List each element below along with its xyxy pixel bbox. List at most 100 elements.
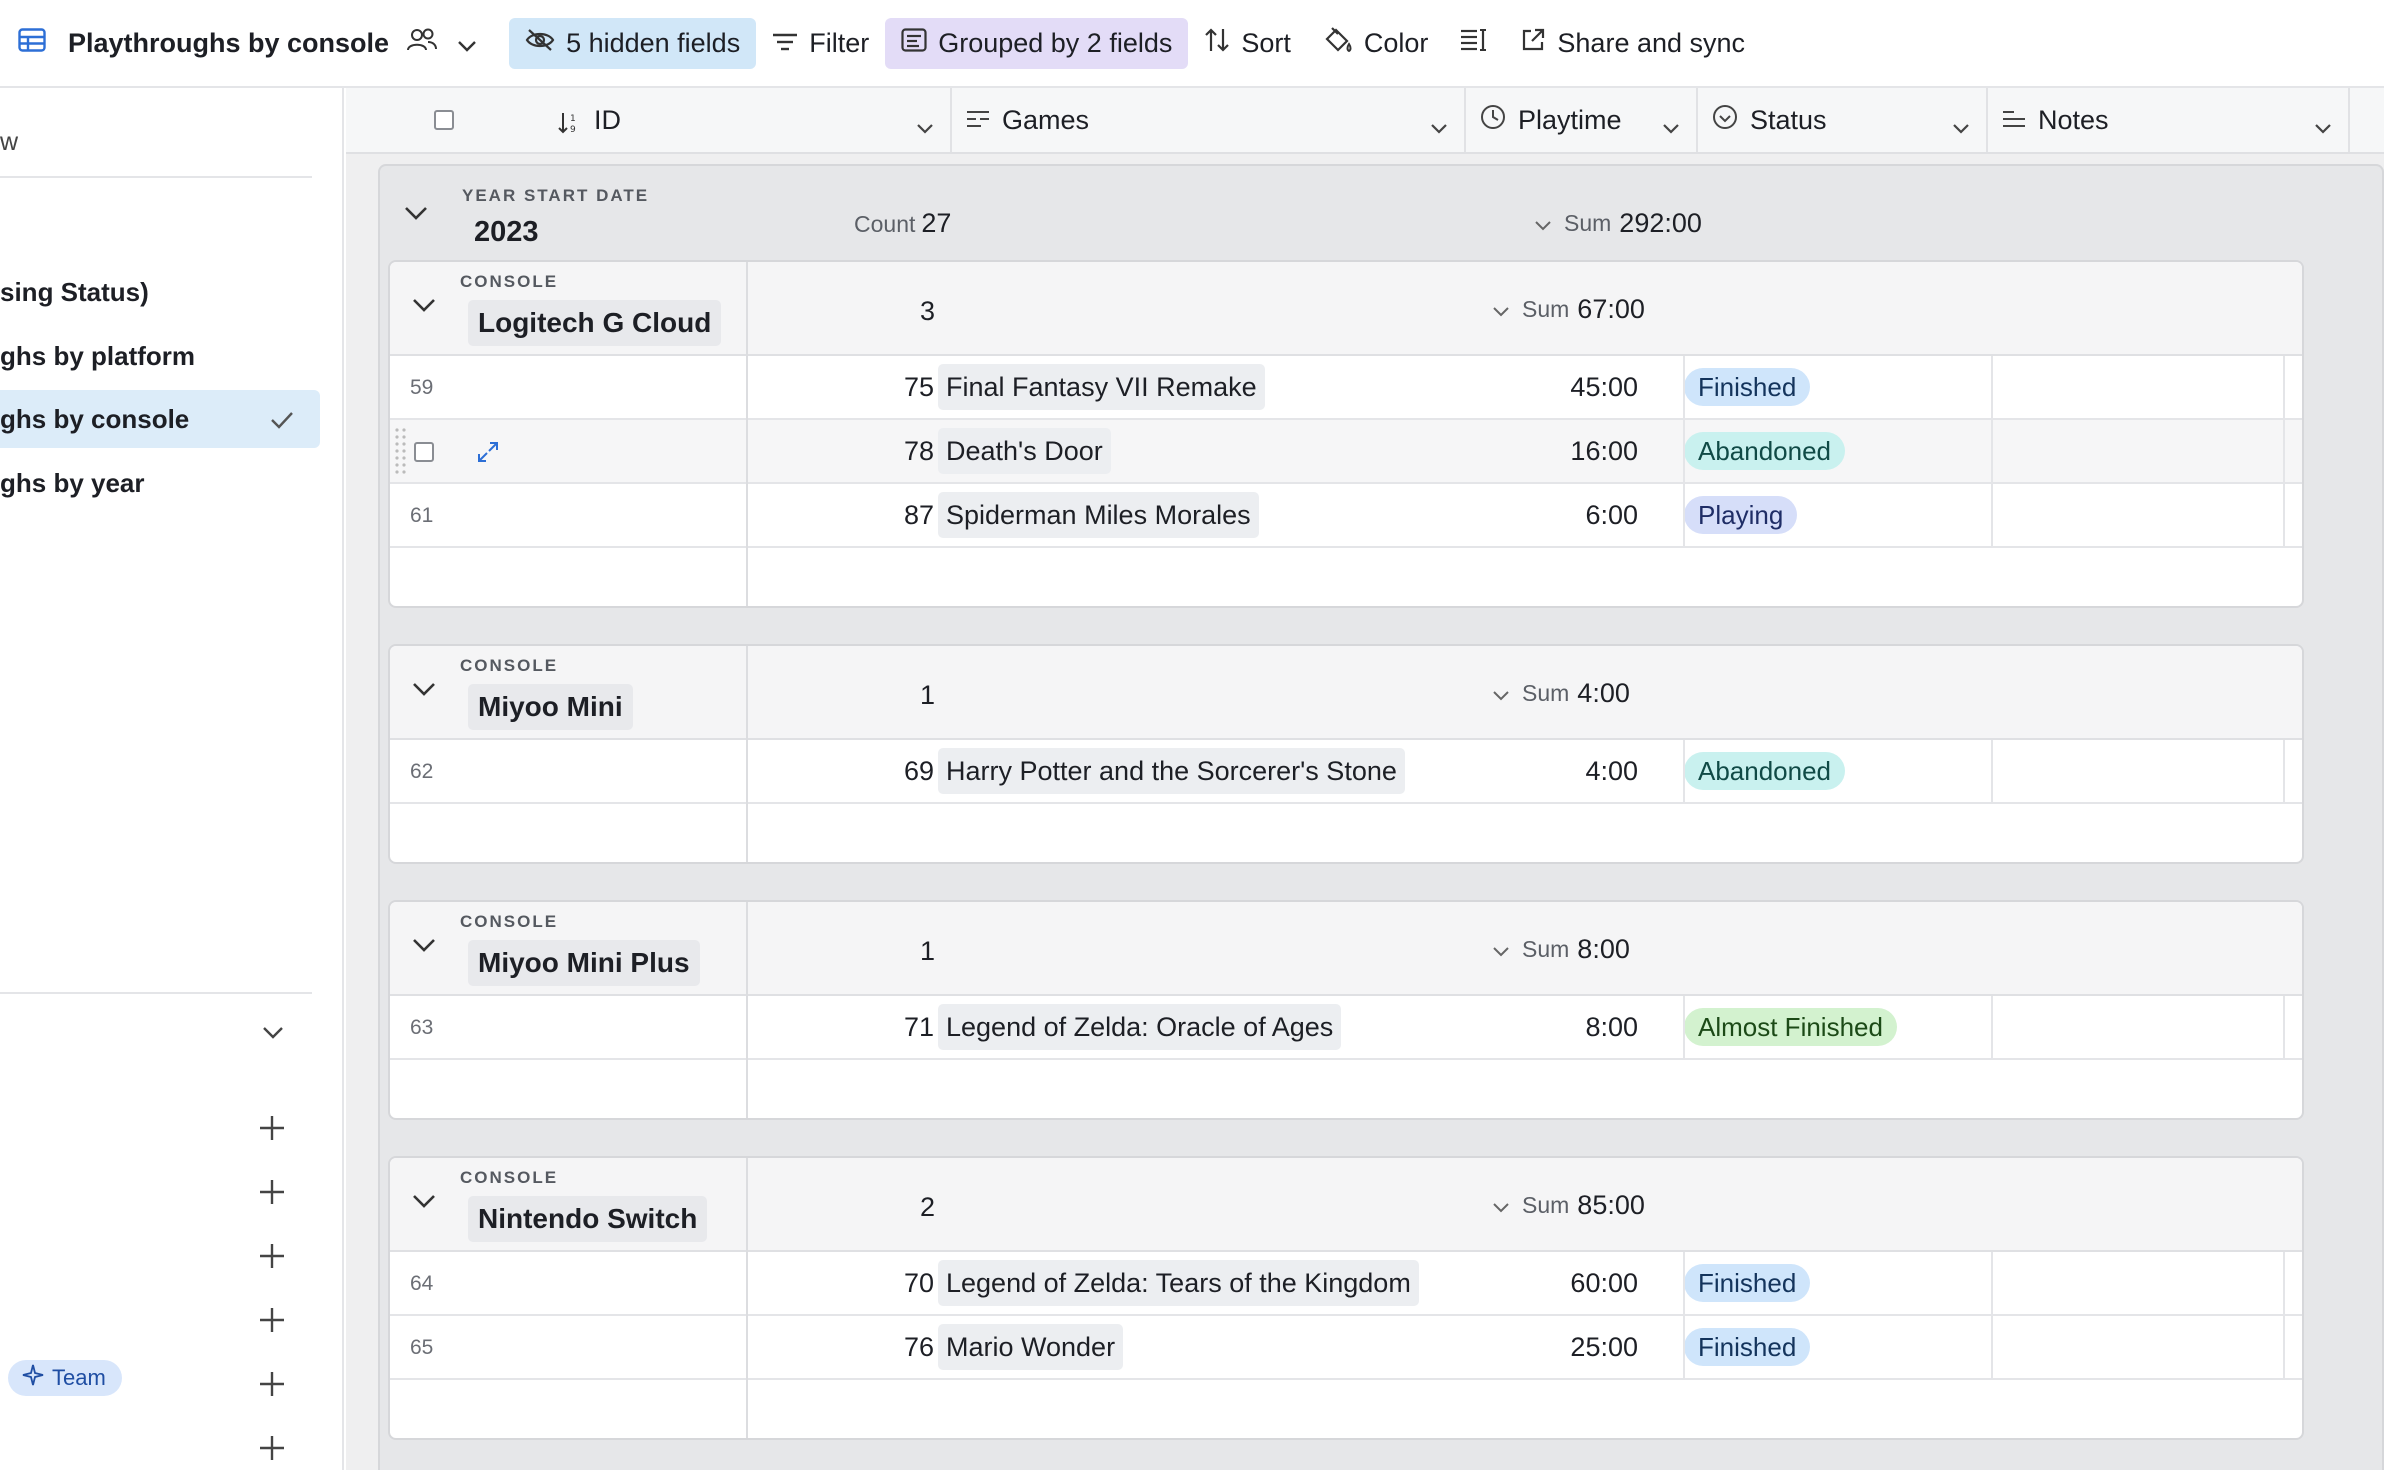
table-row[interactable]: 59 75 Final Fantasy VII Remake 45:00 Finishe… bbox=[390, 356, 2302, 420]
filter-button[interactable]: Filter bbox=[756, 18, 885, 69]
playtime-cell[interactable]: 16:00 bbox=[1450, 436, 1638, 467]
share-sync-button[interactable]: Share and sync bbox=[1504, 18, 1761, 69]
column-divider bbox=[1683, 996, 1685, 1060]
column-header-notes[interactable]: Notes bbox=[1988, 88, 2350, 152]
id-cell[interactable]: 76 bbox=[670, 1332, 934, 1363]
chevron-down-icon[interactable] bbox=[916, 110, 934, 141]
id-cell[interactable]: 87 bbox=[670, 500, 934, 531]
column-header-games[interactable]: Games bbox=[952, 88, 1466, 152]
plus-icon[interactable] bbox=[258, 1370, 286, 1403]
add-row-area[interactable] bbox=[390, 804, 2302, 862]
plus-icon[interactable] bbox=[258, 1242, 286, 1275]
sidebar-view-label: ghs by console bbox=[0, 403, 190, 434]
group-button[interactable]: Grouped by 2 fields bbox=[885, 17, 1189, 69]
playtime-cell[interactable]: 8:00 bbox=[1450, 1012, 1638, 1043]
game-chip[interactable]: Harry Potter and the Sorcerer's Stone bbox=[938, 748, 1405, 794]
view-switcher[interactable]: Playthroughs by console bbox=[18, 18, 493, 69]
chevron-down-icon[interactable] bbox=[2314, 110, 2332, 141]
hidden-fields-button[interactable]: 5 hidden fields bbox=[509, 17, 757, 69]
console-group-header[interactable]: CONSOLE Logitech G Cloud 3 Sum 67:00 bbox=[390, 262, 2302, 356]
game-chip[interactable]: Final Fantasy VII Remake bbox=[938, 364, 1265, 410]
console-group-header[interactable]: CONSOLE Miyoo Mini Plus 1 Sum 8:00 bbox=[390, 902, 2302, 996]
id-cell[interactable]: 69 bbox=[670, 756, 934, 787]
playtime-cell[interactable]: 4:00 bbox=[1450, 756, 1638, 787]
add-row-area[interactable] bbox=[390, 548, 2302, 606]
sidebar-view-platform[interactable]: ghs by platform bbox=[0, 327, 320, 385]
status-badge[interactable]: Almost Finished bbox=[1684, 1008, 1897, 1046]
id-cell[interactable]: 78 bbox=[670, 436, 934, 467]
console-group-header[interactable]: CONSOLE Nintendo Switch 2 Sum 85:00 bbox=[390, 1158, 2302, 1252]
status-badge[interactable]: Finished bbox=[1684, 368, 1811, 406]
column-header-id[interactable]: 19 ID bbox=[346, 88, 952, 152]
table-row[interactable]: 63 71 Legend of Zelda: Oracle of Ages 8:00 A… bbox=[390, 996, 2302, 1060]
add-row-area[interactable] bbox=[390, 1380, 2302, 1438]
group-sum[interactable]: Sum 292:00 bbox=[1534, 208, 1702, 239]
column-header-playtime[interactable]: Playtime bbox=[1466, 88, 1698, 152]
group-sum[interactable]: Sum 4:00 bbox=[1492, 678, 1630, 709]
table-row[interactable]: 64 70 Legend of Zelda: Tears of the Kingdo… bbox=[390, 1252, 2302, 1316]
group-sum[interactable]: Sum 67:00 bbox=[1492, 294, 1645, 325]
game-chip[interactable]: Death's Door bbox=[938, 428, 1111, 474]
sidebar-view-console[interactable]: ghs by console bbox=[0, 390, 320, 448]
group-sum[interactable]: Sum 8:00 bbox=[1492, 934, 1630, 965]
chevron-down-icon[interactable] bbox=[1952, 110, 1970, 141]
sidebar-view-status[interactable]: sing Status) bbox=[0, 263, 320, 321]
chevron-down-icon[interactable] bbox=[412, 1194, 436, 1213]
playtime-cell[interactable]: 25:00 bbox=[1450, 1332, 1638, 1363]
chevron-down-icon[interactable] bbox=[1662, 110, 1680, 141]
select-all-checkbox[interactable] bbox=[434, 110, 454, 130]
group-count: 1 bbox=[920, 680, 936, 710]
chevron-down-icon[interactable] bbox=[412, 298, 436, 317]
game-chip[interactable]: Legend of Zelda: Oracle of Ages bbox=[938, 1004, 1342, 1050]
playtime-cell[interactable]: 45:00 bbox=[1450, 372, 1638, 403]
id-cell[interactable]: 71 bbox=[670, 1012, 934, 1043]
table-row[interactable]: 78 Death's Door 16:00 Abandoned bbox=[390, 420, 2302, 484]
game-chip[interactable]: Mario Wonder bbox=[938, 1324, 1124, 1370]
add-row-area[interactable] bbox=[390, 1060, 2302, 1118]
table-row[interactable]: 65 76 Mario Wonder 25:00 Finished bbox=[390, 1316, 2302, 1380]
find-view-text[interactable]: w bbox=[0, 128, 18, 157]
chevron-down-icon[interactable] bbox=[412, 682, 436, 701]
color-button[interactable]: Color bbox=[1307, 18, 1445, 69]
table-row[interactable]: 61 87 Spiderman Miles Morales 6:00 Playing bbox=[390, 484, 2302, 548]
game-chip[interactable]: Spiderman Miles Morales bbox=[938, 492, 1259, 538]
grid-view-icon bbox=[18, 27, 46, 59]
id-cell[interactable]: 75 bbox=[670, 372, 934, 403]
chevron-down-icon[interactable] bbox=[412, 938, 436, 957]
team-badge[interactable]: Team bbox=[8, 1360, 122, 1396]
table-row[interactable]: 62 69 Harry Potter and the Sorcerer's Ston… bbox=[390, 740, 2302, 804]
plus-icon[interactable] bbox=[258, 1178, 286, 1211]
chevron-down-icon[interactable] bbox=[1430, 110, 1448, 141]
hidden-fields-label: 5 hidden fields bbox=[566, 27, 741, 58]
console-group-header[interactable]: CONSOLE Miyoo Mini 1 Sum 4:00 bbox=[390, 646, 2302, 740]
row-height-button[interactable] bbox=[1444, 18, 1504, 69]
notes-icon bbox=[2002, 105, 2026, 136]
chevron-down-icon[interactable] bbox=[262, 1026, 284, 1045]
drag-handle-icon[interactable] bbox=[394, 426, 408, 485]
status-badge[interactable]: Finished bbox=[1684, 1328, 1811, 1366]
expand-record-icon[interactable] bbox=[476, 440, 500, 471]
status-badge[interactable]: Playing bbox=[1684, 496, 1798, 534]
console-group: CONSOLE Logitech G Cloud 3 Sum 67:00 59 75 Fina… bbox=[388, 260, 2304, 608]
sum-value: 4:00 bbox=[1577, 678, 1630, 708]
plus-icon[interactable] bbox=[258, 1306, 286, 1339]
plus-icon[interactable] bbox=[258, 1114, 286, 1147]
chevron-down-icon[interactable] bbox=[404, 206, 428, 225]
row-checkbox[interactable] bbox=[414, 442, 434, 462]
status-badge[interactable]: Abandoned bbox=[1684, 752, 1846, 790]
status-badge[interactable]: Abandoned bbox=[1684, 432, 1846, 470]
column-header-status[interactable]: Status bbox=[1698, 88, 1988, 152]
chevron-down-icon[interactable] bbox=[457, 28, 477, 59]
chevron-down-icon bbox=[1492, 936, 1522, 963]
game-chip[interactable]: Legend of Zelda: Tears of the Kingdom bbox=[938, 1260, 1419, 1306]
sidebar-view-year[interactable]: ghs by year bbox=[0, 454, 320, 512]
group-sum[interactable]: Sum 85:00 bbox=[1492, 1190, 1645, 1221]
collaborators-icon[interactable] bbox=[405, 27, 439, 60]
sort-button[interactable]: Sort bbox=[1188, 18, 1307, 69]
playtime-cell[interactable]: 6:00 bbox=[1450, 500, 1638, 531]
plus-icon[interactable] bbox=[258, 1434, 286, 1467]
console-group: CONSOLE Miyoo Mini Plus 1 Sum 8:00 63 71 Legend… bbox=[388, 900, 2304, 1120]
playtime-cell[interactable]: 60:00 bbox=[1450, 1268, 1638, 1299]
id-cell[interactable]: 70 bbox=[670, 1268, 934, 1299]
status-badge[interactable]: Finished bbox=[1684, 1264, 1811, 1302]
